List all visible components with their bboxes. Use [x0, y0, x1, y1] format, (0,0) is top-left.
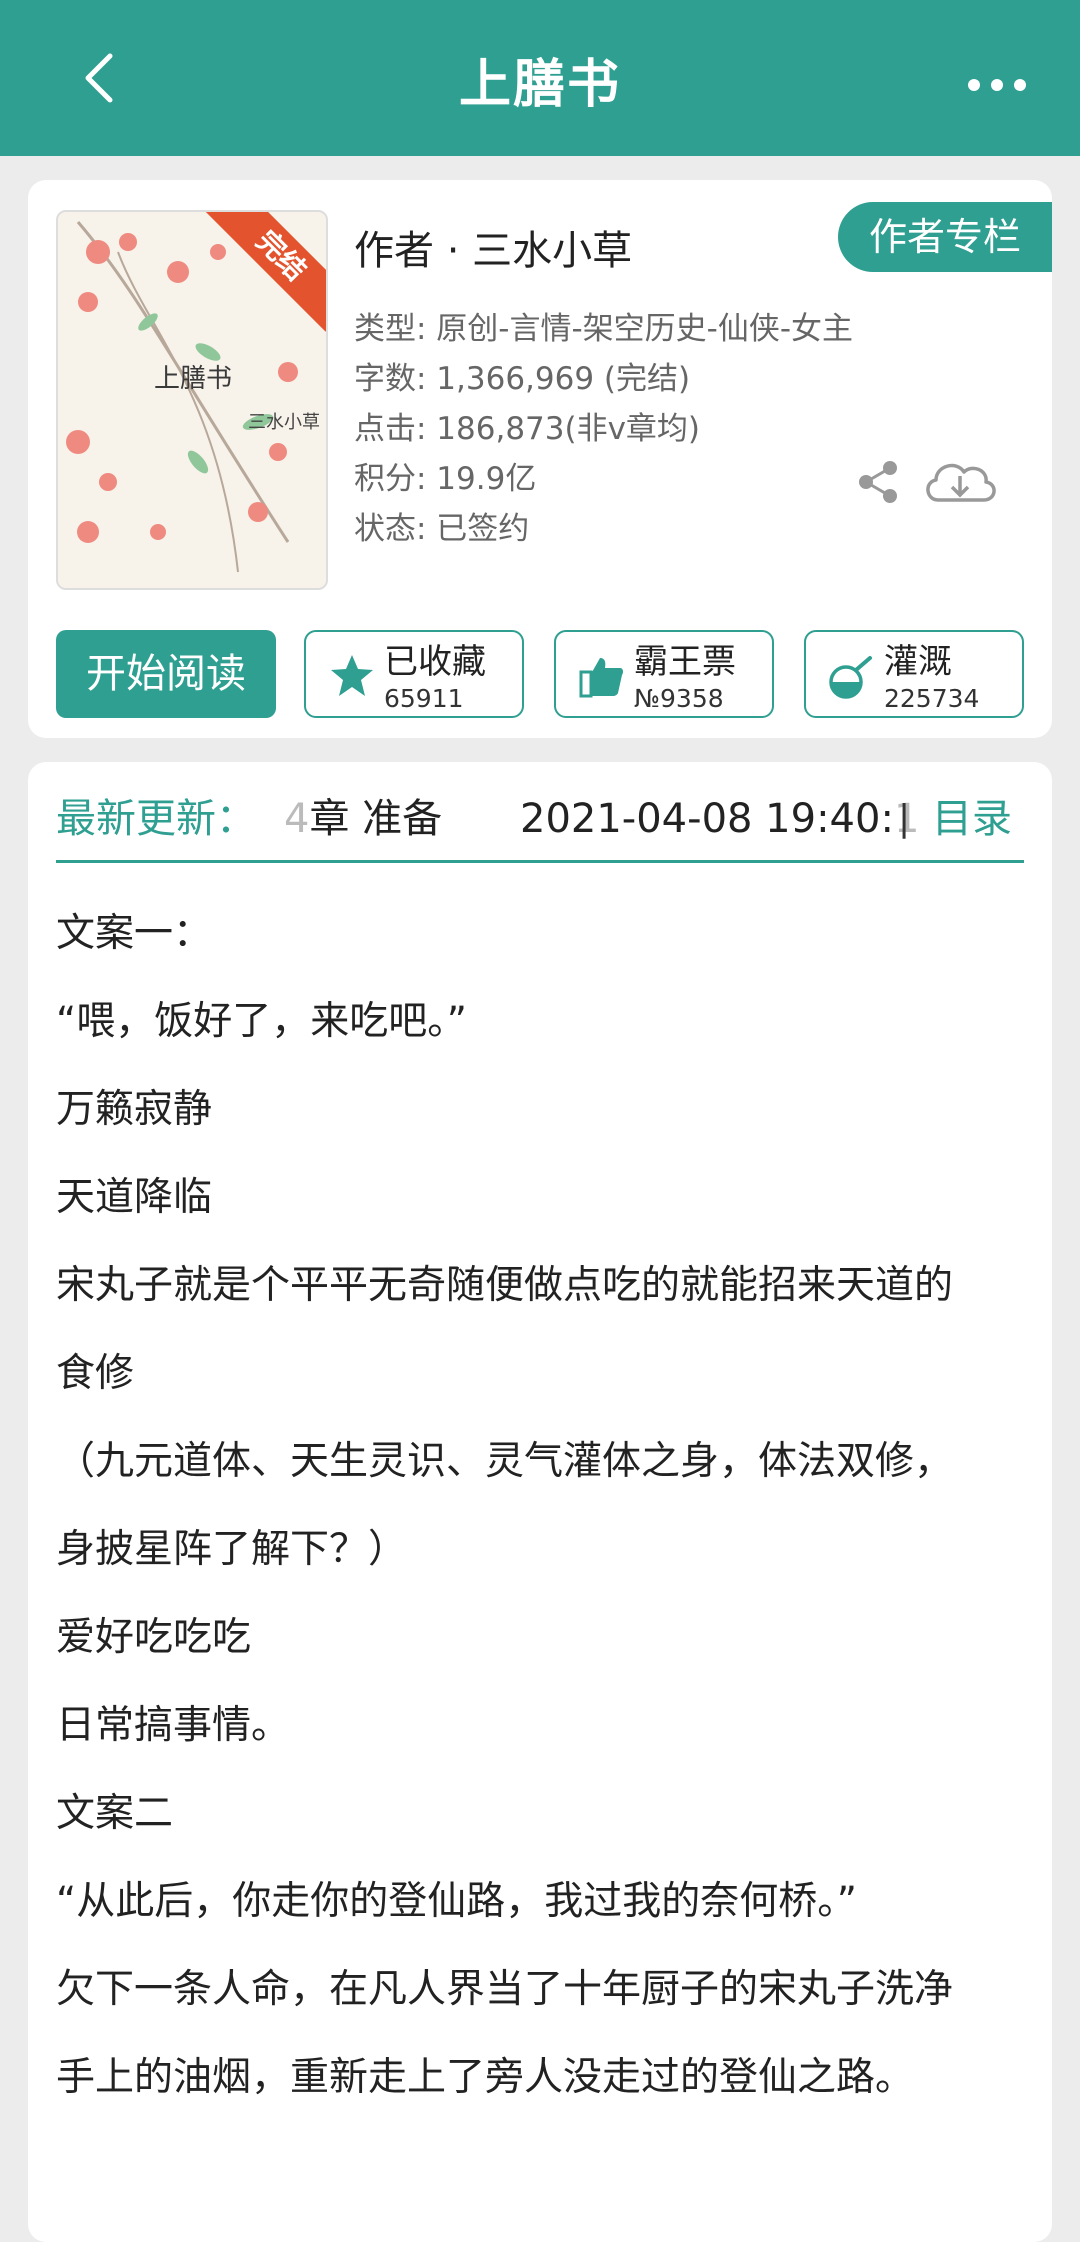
description-line: “喂，饭好了，来吃吧。” [56, 999, 467, 1044]
latest-update-label: 最新更新： [56, 796, 256, 842]
description-line: 食修 [56, 1351, 135, 1396]
nutrient-button[interactable]: 灌溉 225734 [804, 630, 1024, 718]
meta-word-count: 字数: 1,366,969 (完结) [354, 361, 691, 397]
chapter-title: 章 准备 [309, 796, 443, 842]
author-column-button[interactable]: 作者专栏 [838, 202, 1052, 272]
favorite-label: 已收藏 [384, 642, 486, 682]
share-icon[interactable] [854, 458, 902, 506]
description-line: 欠下一条人命，在凡人界当了十年厨子的宋丸子洗净 [56, 1967, 954, 2012]
description-line: 文案一： [56, 911, 213, 956]
description-line: 万籁寂静 [56, 1087, 213, 1132]
ticket-label: 霸王票 [634, 642, 736, 682]
description-line: 文案二 [56, 1791, 174, 1836]
latest-chapter[interactable]: 4章 准备 [284, 786, 442, 852]
author-name[interactable]: 作者 · 三水小草 [354, 218, 632, 276]
ticket-rank: №9358 [634, 684, 724, 713]
book-info-card: 完结 上膳书 三水小草 作者 · 三水小草 作者专栏 类型: 原创-言情-架空历… [28, 180, 1052, 738]
description-card: 最新更新： 4章 准备 2021-04-08 19:40:1 | 目录 文案一：… [28, 762, 1052, 2242]
meta-score: 积分: 19.9亿 [354, 461, 537, 497]
update-time: 2021-04-08 19:40:1 [520, 786, 919, 852]
description-line: 手上的油烟，重新走上了旁人没走过的登仙之路。 [56, 2055, 915, 2100]
favorite-button[interactable]: 已收藏 65911 [304, 630, 524, 718]
update-time-main: 2021-04-08 19:40: [520, 796, 894, 842]
description-line: “从此后，你走你的登仙路，我过我的奈何桥。” [56, 1879, 857, 1924]
nutrient-count: 225734 [884, 684, 980, 713]
description-line: 天道降临 [56, 1175, 213, 1220]
book-cover[interactable]: 完结 上膳书 三水小草 [56, 210, 328, 590]
description-line: 爱好吃吃吃 [56, 1615, 252, 1660]
description-line: 身披星阵了解下？） [56, 1527, 408, 1572]
nutrient-label: 灌溉 [884, 642, 952, 682]
meta-status: 状态: 已签约 [354, 511, 530, 547]
ticket-button[interactable]: 霸王票 №9358 [554, 630, 774, 718]
description-line: 宋丸子就是个平平无奇随便做点吃的就能招来天道的 [56, 1263, 954, 1308]
top-app-bar: 上膳书 [0, 0, 1080, 156]
favorite-count: 65911 [384, 684, 464, 713]
book-meta: 类型: 原创-言情-架空历史-仙侠-女主 字数: 1,366,969 (完结) … [354, 304, 853, 554]
cover-title: 上膳书 [154, 364, 233, 394]
thumbs-up-icon [579, 658, 624, 698]
page-title: 上膳书 [458, 55, 621, 115]
latest-update-bar[interactable]: 最新更新： 4章 准备 2021-04-08 19:40:1 | 目录 [56, 786, 1024, 863]
chapter-number: 4 [284, 796, 310, 842]
cover-author: 三水小草 [248, 412, 320, 433]
more-dots-icon[interactable] [962, 60, 1032, 110]
description-line: 日常搞事情。 [56, 1703, 291, 1748]
table-of-contents-link[interactable]: 目录 [932, 786, 1012, 852]
description-line: （九元道体、天生灵识、灵气灌体之身，体法双修， [56, 1439, 954, 1484]
cloud-download-icon[interactable] [920, 452, 1000, 512]
star-icon [331, 655, 373, 696]
meta-genre: 类型: 原创-言情-架空历史-仙侠-女主 [354, 311, 854, 347]
meta-clicks: 点击: 186,873(非v章均) [354, 411, 701, 447]
separator: | [898, 798, 911, 839]
flask-icon [829, 656, 872, 699]
start-reading-button[interactable]: 开始阅读 [56, 630, 276, 718]
book-description: 文案一： “喂，饭好了，来吃吧。” 万籁寂静 天道降临 宋丸子就是个平平无奇随便… [56, 890, 1036, 2122]
